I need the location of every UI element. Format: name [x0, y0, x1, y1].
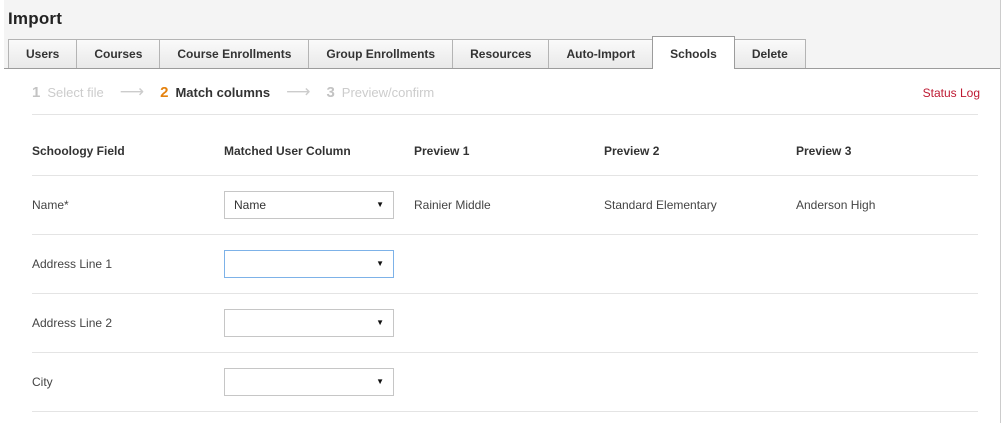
table-row-name: Name* Name ▼ Rainier Middle Standard Ele…: [4, 176, 1000, 234]
caret-down-icon: ▼: [376, 378, 384, 386]
step-number: 1: [32, 84, 40, 101]
step-label: Match columns: [175, 85, 270, 100]
tab-delete[interactable]: Delete: [734, 39, 806, 68]
tab-users[interactable]: Users: [8, 39, 77, 68]
step-label: Preview/confirm: [342, 85, 434, 100]
preview-3-value: Anderson High: [796, 198, 978, 212]
tab-group-enrollments[interactable]: Group Enrollments: [308, 39, 453, 68]
field-label: Name*: [32, 198, 224, 212]
tab-auto-import[interactable]: Auto-Import: [548, 39, 653, 68]
caret-down-icon: ▼: [376, 319, 384, 327]
import-page: Import Users Courses Course Enrollments …: [4, 0, 1001, 423]
caret-down-icon: ▼: [376, 201, 384, 209]
column-header-preview-2: Preview 2: [604, 144, 796, 158]
step-match-columns: 2 Match columns: [160, 84, 270, 101]
tab-bar: Users Courses Course Enrollments Group E…: [4, 35, 1000, 69]
table-row-city: City ▼: [4, 353, 1000, 411]
tab-course-enrollments[interactable]: Course Enrollments: [159, 39, 309, 68]
tab-schools[interactable]: Schools: [652, 36, 735, 69]
tab-resources[interactable]: Resources: [452, 39, 549, 68]
column-header-schoology-field: Schoology Field: [32, 144, 224, 158]
arrow-right-icon: ⟶: [120, 84, 144, 101]
matched-column-select-address-line-2[interactable]: ▼: [224, 309, 394, 337]
step-preview-confirm: 3 Preview/confirm: [326, 84, 434, 101]
column-header-preview-1: Preview 1: [414, 144, 604, 158]
column-header-matched-user-column: Matched User Column: [224, 144, 414, 158]
field-label: Address Line 1: [32, 257, 224, 271]
column-header-preview-3: Preview 3: [796, 144, 978, 158]
step-number: 2: [160, 84, 168, 101]
step-select-file: 1 Select file: [32, 84, 104, 101]
table-row-address-line-1: Address Line 1 ▼: [4, 235, 1000, 293]
matched-column-select-address-line-1[interactable]: ▼: [224, 250, 394, 278]
select-value: Name: [234, 198, 266, 212]
page-title: Import: [4, 0, 1000, 35]
preview-2-value: Standard Elementary: [604, 198, 796, 212]
masthead: Import Users Courses Course Enrollments …: [4, 0, 1000, 69]
matched-column-select-city[interactable]: ▼: [224, 368, 394, 396]
step-label: Select file: [47, 85, 103, 100]
caret-down-icon: ▼: [376, 260, 384, 268]
matched-column-select-name[interactable]: Name ▼: [224, 191, 394, 219]
step-indicator: 1 Select file ⟶ 2 Match columns ⟶ 3 Prev…: [4, 69, 1000, 114]
divider: [32, 411, 978, 412]
status-log-link[interactable]: Status Log: [923, 86, 980, 100]
field-label: City: [32, 375, 224, 389]
field-label: Address Line 2: [32, 316, 224, 330]
step-number: 3: [326, 84, 334, 101]
preview-1-value: Rainier Middle: [414, 198, 604, 212]
tab-courses[interactable]: Courses: [76, 39, 160, 68]
table-header-row: Schoology Field Matched User Column Prev…: [4, 115, 1000, 175]
table-row-address-line-2: Address Line 2 ▼: [4, 294, 1000, 352]
arrow-right-icon: ⟶: [286, 84, 310, 101]
